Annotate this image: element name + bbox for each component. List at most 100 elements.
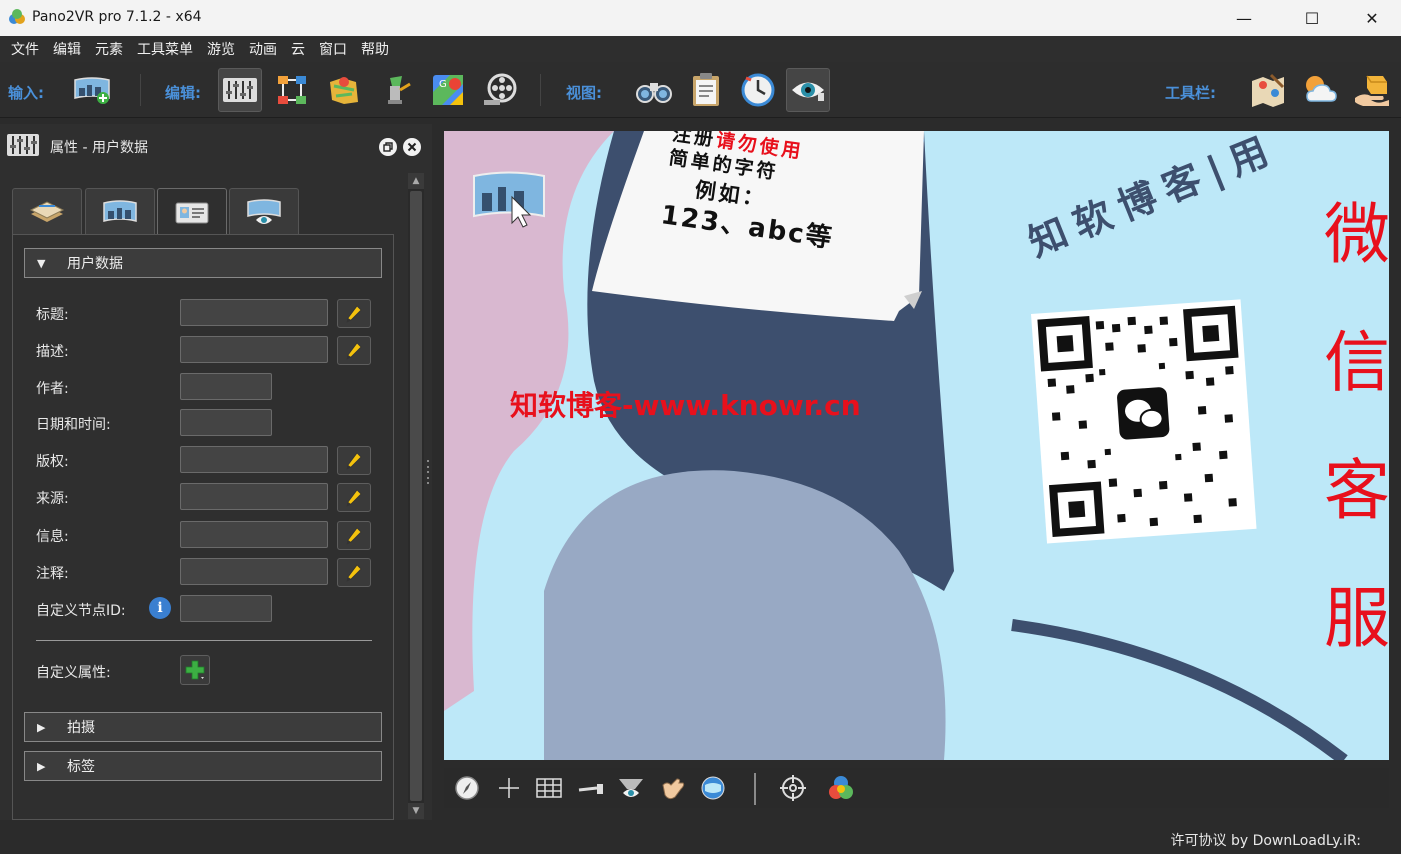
clock-icon [741, 73, 775, 107]
info-input[interactable] [180, 521, 328, 548]
target-button[interactable] [778, 773, 808, 803]
packager-button[interactable] [1350, 68, 1394, 112]
viewing-area-button[interactable] [616, 773, 646, 803]
pencil-icon [346, 451, 362, 470]
level-icon [578, 784, 603, 794]
title-label: 标题: [36, 307, 69, 323]
floor-plan-button[interactable] [322, 68, 366, 112]
add-custom-property-button[interactable] [180, 655, 210, 685]
pencil-icon [346, 526, 362, 545]
panorama-eye-icon [247, 198, 281, 224]
source-label: 来源: [36, 491, 69, 507]
menu-help[interactable]: 帮助 [354, 39, 396, 59]
menu-tour[interactable]: 游览 [200, 39, 242, 59]
grid-button[interactable] [534, 773, 564, 803]
close-panel-button[interactable] [403, 138, 421, 156]
title-input[interactable] [180, 299, 328, 326]
minimize-button[interactable]: — [1221, 0, 1267, 36]
user-data-tab-content: ▼ 用户数据 标题: 描述: 作者: 日期和时间: 版权: 来源: 信息: 注释… [12, 234, 394, 820]
compass-button[interactable] [452, 773, 482, 803]
menu-elements[interactable]: 元素 [88, 39, 130, 59]
hand-box-icon [1355, 75, 1389, 106]
menu-tools[interactable]: 工具菜单 [130, 39, 200, 59]
sphere-view-button[interactable] [698, 773, 728, 803]
section-tags[interactable]: ▶ 标签 [24, 751, 382, 781]
viewer-button[interactable] [632, 68, 676, 112]
watermark-text: 知软博客-www.knowr.cn [510, 389, 861, 422]
section-capture[interactable]: ▶ 拍摄 [24, 712, 382, 742]
scroll-up-icon[interactable]: ▲ [408, 173, 424, 189]
crosshair-center-button[interactable] [494, 773, 524, 803]
source-input[interactable] [180, 483, 328, 510]
timeline-button[interactable] [736, 68, 780, 112]
pencil-icon [346, 304, 362, 323]
add-panorama-button[interactable] [70, 68, 114, 112]
menu-window[interactable]: 窗口 [312, 39, 354, 59]
hand-tool-button[interactable] [658, 773, 688, 803]
author-input[interactable] [180, 373, 272, 400]
tab-viewing[interactable] [229, 188, 299, 234]
tour-map-button[interactable] [270, 68, 314, 112]
output-button[interactable] [684, 68, 728, 112]
main-toolbar: 输入: 编辑: G 视图: 工具栏: [0, 62, 1401, 118]
tab-user-data[interactable] [157, 188, 227, 236]
maximize-button[interactable]: ☐ [1289, 0, 1335, 36]
panel-title: 属性 - 用户数据 [50, 140, 148, 156]
pencil-icon [346, 488, 362, 507]
edit-info-button[interactable] [337, 521, 371, 550]
copyright-input[interactable] [180, 446, 328, 473]
info-icon[interactable]: i [149, 597, 171, 619]
add-panorama-icon [74, 77, 110, 104]
scroll-thumb[interactable] [410, 191, 422, 801]
comment-input[interactable] [180, 558, 328, 585]
close-window-button[interactable]: ✕ [1349, 0, 1395, 36]
cloud-upload-button[interactable] [1298, 68, 1342, 112]
horizon-button[interactable] [576, 773, 606, 803]
edit-copyright-button[interactable] [337, 446, 371, 475]
menu-animation[interactable]: 动画 [242, 39, 284, 59]
side-char-3: 客 [1324, 452, 1389, 529]
description-input[interactable] [180, 336, 328, 363]
panel-scrollbar[interactable]: ▲ ▼ [408, 173, 424, 819]
edit-title-button[interactable] [337, 299, 371, 328]
section-user-data-label: 用户数据 [67, 256, 123, 272]
panorama-scene [444, 131, 1348, 760]
id-card-icon [175, 202, 209, 223]
preview-button[interactable] [786, 68, 830, 112]
divider [36, 640, 372, 641]
eye-cone-icon [619, 779, 643, 797]
menu-file[interactable]: 文件 [4, 39, 46, 59]
datetime-input[interactable] [180, 409, 272, 436]
color-adjust-button[interactable] [826, 773, 856, 803]
target-icon [780, 775, 806, 801]
tour-browser-button[interactable] [1246, 68, 1290, 112]
menu-cloud[interactable]: 云 [284, 39, 312, 59]
skin-editor-button[interactable] [374, 68, 418, 112]
pencil-icon [346, 341, 362, 360]
compass-icon [455, 776, 479, 800]
edit-description-button[interactable] [337, 336, 371, 365]
tab-panorama[interactable] [85, 188, 155, 234]
edit-source-button[interactable] [337, 483, 371, 512]
splitter-handle[interactable] [427, 460, 431, 484]
tab-input[interactable] [12, 188, 82, 234]
eye-icon [792, 82, 824, 101]
properties-button[interactable] [218, 68, 262, 112]
panorama-viewer[interactable]: 注册请勿使用 简单的字符 例如： 123、abc等 知软博客|用 微 信 客 服… [444, 131, 1389, 760]
float-panel-button[interactable] [379, 138, 397, 156]
menu-edit[interactable]: 编辑 [46, 39, 88, 59]
scroll-down-icon[interactable]: ▼ [408, 803, 424, 819]
edit-label: 编辑: [165, 84, 201, 102]
clipboard-icon [693, 73, 719, 106]
google-street-view-button[interactable]: G [426, 68, 470, 112]
node-id-input[interactable] [180, 595, 272, 622]
section-user-data[interactable]: ▼ 用户数据 [24, 248, 382, 278]
input-label: 输入: [8, 84, 44, 102]
close-icon [407, 142, 417, 152]
svg-text:G: G [439, 79, 447, 90]
sliders-icon [223, 78, 257, 102]
panel-header: 属性 - 用户数据 [0, 124, 432, 164]
edit-comment-button[interactable] [337, 558, 371, 587]
animation-editor-button[interactable] [478, 68, 522, 112]
google-maps-icon: G [433, 75, 463, 105]
